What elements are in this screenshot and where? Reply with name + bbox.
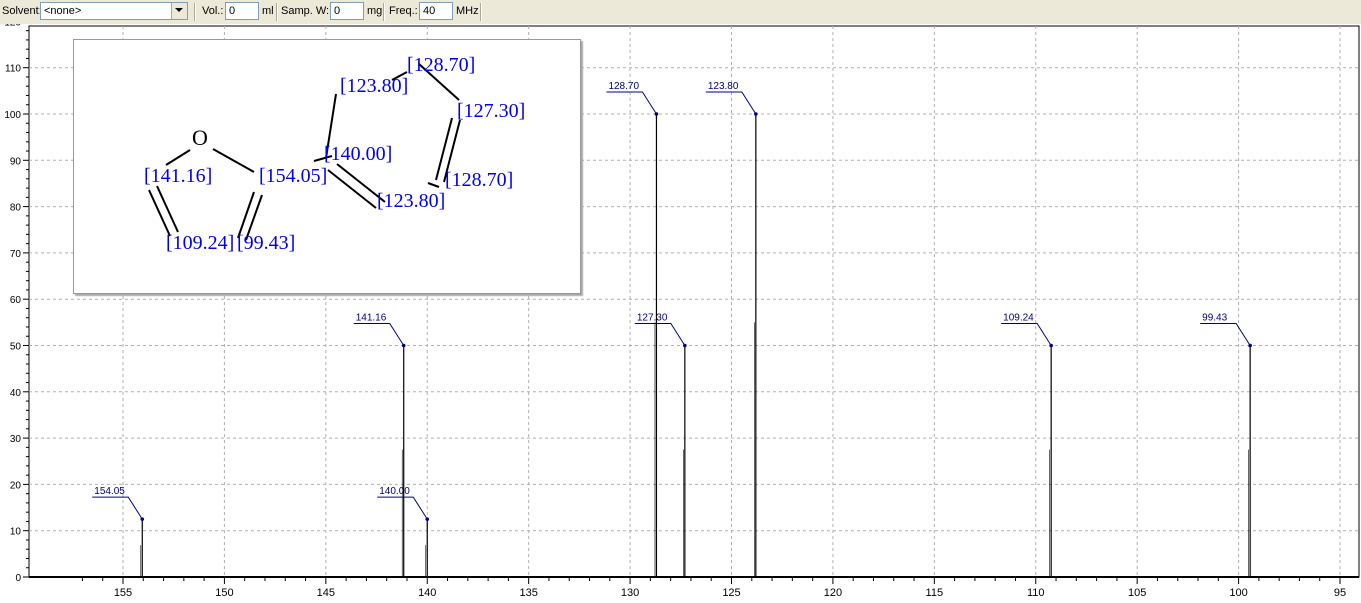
freq-label: Freq.: [389,5,418,17]
x-tick-label: 125 [722,587,740,599]
peak-label: 99.43 [1202,313,1227,324]
y-tick-label: 60 [10,295,22,306]
solvent-value: <none> [44,5,82,17]
solvent-select[interactable]: <none> [40,2,188,20]
atom-label: [128.70] [407,54,475,76]
y-tick-label: 110 [5,64,21,75]
vol-unit: ml [262,5,274,17]
peak-label: 127.30 [637,313,668,324]
peak-label: 123.80 [708,81,739,92]
peak-label: 140.00 [379,486,410,497]
y-tick-label: 100 [4,110,21,121]
solvent-label: Solvent: [2,5,42,17]
peak-label: 128.70 [608,81,639,92]
atom-label: [127.30] [457,100,525,122]
toolbar-separator [194,3,196,21]
x-tick-label: 115 [926,587,944,599]
peak-label: 154.05 [94,486,125,497]
atom-label: [128.70] [445,169,513,191]
x-tick-label: 155 [114,587,132,599]
oxygen-atom: O [192,125,208,150]
atom-label: [154.05] [259,165,327,187]
freq-unit: MHz [456,5,479,17]
x-tick-label: 95 [1334,587,1346,599]
x-tick-label: 145 [317,587,335,599]
x-tick-label: 140 [418,587,436,599]
atom-label: [123.80] [340,75,408,97]
molecule-structure: O [141.16] [154.05] [109.24] [99.43] [14… [144,54,525,254]
x-tick-label: 100 [1229,587,1247,599]
y-tick-label: 50 [10,342,22,353]
toolbar: Solvent: <none> Vol.: 0 ml Samp. W: 0 mg… [0,0,1361,25]
spectrum-plot-area[interactable]: 155 150 145 140 135 130 125 120 115 110 105 100 95 0 1… [0,24,1361,603]
atom-label: [99.43] [237,232,295,254]
y-tick-label: 20 [10,480,22,491]
peak-label: 141.16 [356,313,387,324]
sampw-label: Samp. W: [281,5,330,17]
bonds [148,63,461,241]
y-tick-label: 80 [10,203,22,214]
chevron-down-icon [175,8,183,12]
sampw-field[interactable]: 0 [330,2,364,20]
vol-field[interactable]: 0 [225,2,259,20]
y-tick-label: 40 [10,388,22,399]
x-tick-label: 130 [621,587,639,599]
atom-label: [140.00] [324,143,392,165]
atom-label: [109.24] [166,232,234,254]
x-tick-label: 110 [1027,587,1045,599]
y-tick-label: 120 [4,24,21,28]
dropdown-button[interactable] [171,3,187,19]
y-tick-label: 90 [10,156,22,167]
freq-field[interactable]: 40 [419,2,453,20]
y-tick-label: 10 [10,527,22,538]
x-tick-label: 105 [1128,587,1146,599]
toolbar-separator [383,3,385,21]
peak-label: 109.24 [1003,313,1034,324]
structure-panel[interactable]: O [141.16] [154.05] [109.24] [99.43] [14… [73,39,581,294]
x-tick-label: 120 [824,587,842,599]
y-tick-label: 30 [10,434,22,445]
toolbar-separator [480,3,482,21]
y-tick-label: 70 [10,249,22,260]
atom-label: [123.80] [377,190,445,212]
y-tick-label: 0 [15,573,21,584]
sampw-unit: mg [367,5,383,17]
x-tick-label: 135 [519,587,537,599]
atom-label: [141.16] [144,165,212,187]
toolbar-separator [276,3,278,21]
vol-label: Vol.: [202,5,224,17]
x-tick-label: 150 [215,587,233,599]
